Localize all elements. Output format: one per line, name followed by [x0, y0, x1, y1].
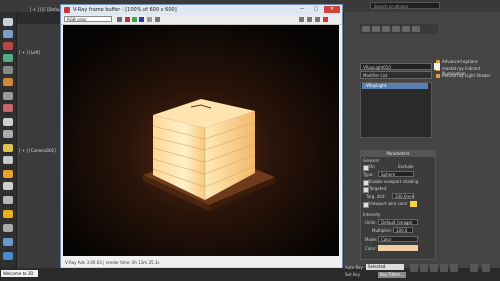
viewport-label-default[interactable]: [ + ] [[F [Default	[30, 7, 63, 12]
modifier-list-dropdown[interactable]: Modifier List	[360, 71, 432, 79]
track-mouse-icon[interactable]	[307, 17, 312, 22]
go-to-start-icon[interactable]	[410, 264, 418, 272]
motion-tab-icon[interactable]	[392, 26, 400, 32]
rendered-image	[63, 25, 339, 256]
set-key-button[interactable]: Set Key	[345, 272, 360, 277]
scene-item[interactable]: Advanced options	[442, 59, 478, 64]
channel-select[interactable]: RGB color	[64, 16, 112, 22]
search-input[interactable]: Search or phrase	[370, 2, 440, 9]
green-channel-icon[interactable]	[132, 17, 137, 22]
type-dropdown[interactable]: Sphere	[378, 171, 414, 177]
align-tool-icon[interactable]	[3, 104, 13, 112]
enable-viewport-shading-label: Enable viewport shading	[369, 179, 419, 184]
on-label: On	[369, 164, 375, 169]
vray-frame-buffer-window: V-Ray frame buffer - [100% of 600 x 600]…	[60, 4, 343, 278]
helper-icon[interactable]	[3, 238, 13, 246]
monochrome-icon[interactable]	[155, 17, 160, 22]
units-label: Units:	[365, 220, 377, 225]
frame-buffer-toolbar: RGB color	[61, 15, 342, 25]
go-to-end-icon[interactable]	[450, 264, 458, 272]
blue-channel-icon[interactable]	[139, 17, 144, 22]
multiplier-spinner[interactable]: 100.0	[393, 227, 413, 233]
light-color-swatch[interactable]	[378, 245, 418, 251]
units-dropdown[interactable]: Default (image)	[378, 219, 418, 225]
intensity-group-label: Intensity	[363, 212, 381, 217]
targeted-label: Targeted	[369, 186, 387, 191]
red-channel-icon[interactable]	[125, 17, 130, 22]
utilities-tab-icon[interactable]	[412, 26, 420, 32]
lamp-render	[63, 25, 339, 256]
render-setup-icon[interactable]	[3, 156, 13, 164]
scene-item-icon	[436, 74, 440, 78]
stack-item-vraylight[interactable]: VRayLight	[362, 83, 428, 89]
light-icon[interactable]	[3, 210, 13, 218]
rotate-tool-icon[interactable]	[3, 54, 13, 62]
layer-tool-icon[interactable]	[3, 118, 13, 126]
camera-icon[interactable]	[3, 224, 13, 232]
general-group-label: General	[363, 158, 379, 163]
key-filters-button[interactable]: Key Filters...	[378, 272, 406, 278]
grid-icon[interactable]	[3, 252, 13, 260]
scale-tool-icon[interactable]	[3, 66, 13, 74]
curve-editor-icon[interactable]	[3, 130, 13, 138]
targ-dist-spinner[interactable]: 200.0mm	[392, 193, 414, 199]
close-button[interactable]: ✕	[324, 6, 340, 13]
wire-color-swatch[interactable]	[410, 201, 417, 207]
material-editor-icon[interactable]	[3, 144, 13, 152]
cylinder-icon[interactable]	[3, 196, 13, 204]
alpha-channel-icon[interactable]	[147, 17, 152, 22]
region-render-icon[interactable]	[315, 17, 320, 22]
modifier-stack	[360, 82, 432, 138]
maxscript-listener[interactable]: Welcome to 3D	[1, 270, 38, 277]
select-tool-icon[interactable]	[3, 18, 13, 26]
minimize-button[interactable]: —	[296, 6, 308, 13]
object-name-field[interactable]: VRayLight010	[360, 63, 432, 70]
parameters-rollout-header[interactable]: Parameters	[360, 151, 436, 157]
object-color-swatch[interactable]	[434, 63, 440, 70]
vray-logo-icon	[64, 7, 70, 13]
move-tool-icon[interactable]	[3, 42, 13, 50]
maximize-button[interactable]: ▢	[310, 6, 322, 13]
mode-label: Mode:	[365, 237, 378, 242]
color-label: Color:	[365, 246, 377, 251]
link-tool-icon[interactable]	[3, 30, 13, 38]
auto-key-button[interactable]: Auto Key	[345, 265, 363, 270]
display-tab-icon[interactable]	[402, 26, 410, 32]
targ-dist-label: Targ. dist:	[366, 194, 386, 199]
previous-frame-icon[interactable]	[420, 264, 428, 272]
type-label: Type:	[363, 172, 374, 177]
snap-tool-icon[interactable]	[3, 78, 13, 86]
pan-icon[interactable]	[482, 264, 490, 272]
render-info-text: V-Ray Adv 3.00.03 | render time: 0h 13m …	[65, 260, 160, 265]
viewport-label-left[interactable]: [ + ] [Left]	[19, 50, 40, 55]
play-icon[interactable]	[430, 264, 438, 272]
create-tab-icon[interactable]	[362, 26, 370, 32]
multiplier-label: Multiplier:	[372, 228, 392, 233]
key-mode-dropdown[interactable]: Selected	[366, 264, 404, 270]
save-image-icon[interactable]	[117, 17, 122, 22]
modify-tab-icon[interactable]	[372, 26, 380, 32]
left-toolbar	[0, 12, 17, 268]
hierarchy-tab-icon[interactable]	[382, 26, 390, 32]
viewport-wire-color-label: Viewport wire color	[369, 201, 408, 206]
mode-dropdown[interactable]: Color	[378, 236, 418, 242]
render-button-icon[interactable]	[323, 17, 328, 22]
render-icon[interactable]	[3, 170, 13, 178]
command-panel-tabs	[360, 24, 438, 34]
viewport-label-camera[interactable]: [ + ] [Camera001]	[19, 148, 56, 153]
next-frame-icon[interactable]	[440, 264, 448, 272]
exclude-button[interactable]: Exclude	[398, 164, 414, 169]
zoom-icon[interactable]	[470, 264, 478, 272]
mirror-tool-icon[interactable]	[3, 92, 13, 100]
sphere-icon[interactable]	[3, 182, 13, 190]
clear-image-icon[interactable]	[299, 17, 304, 22]
scene-item[interactable]: mental ray Light Shader	[442, 73, 490, 78]
